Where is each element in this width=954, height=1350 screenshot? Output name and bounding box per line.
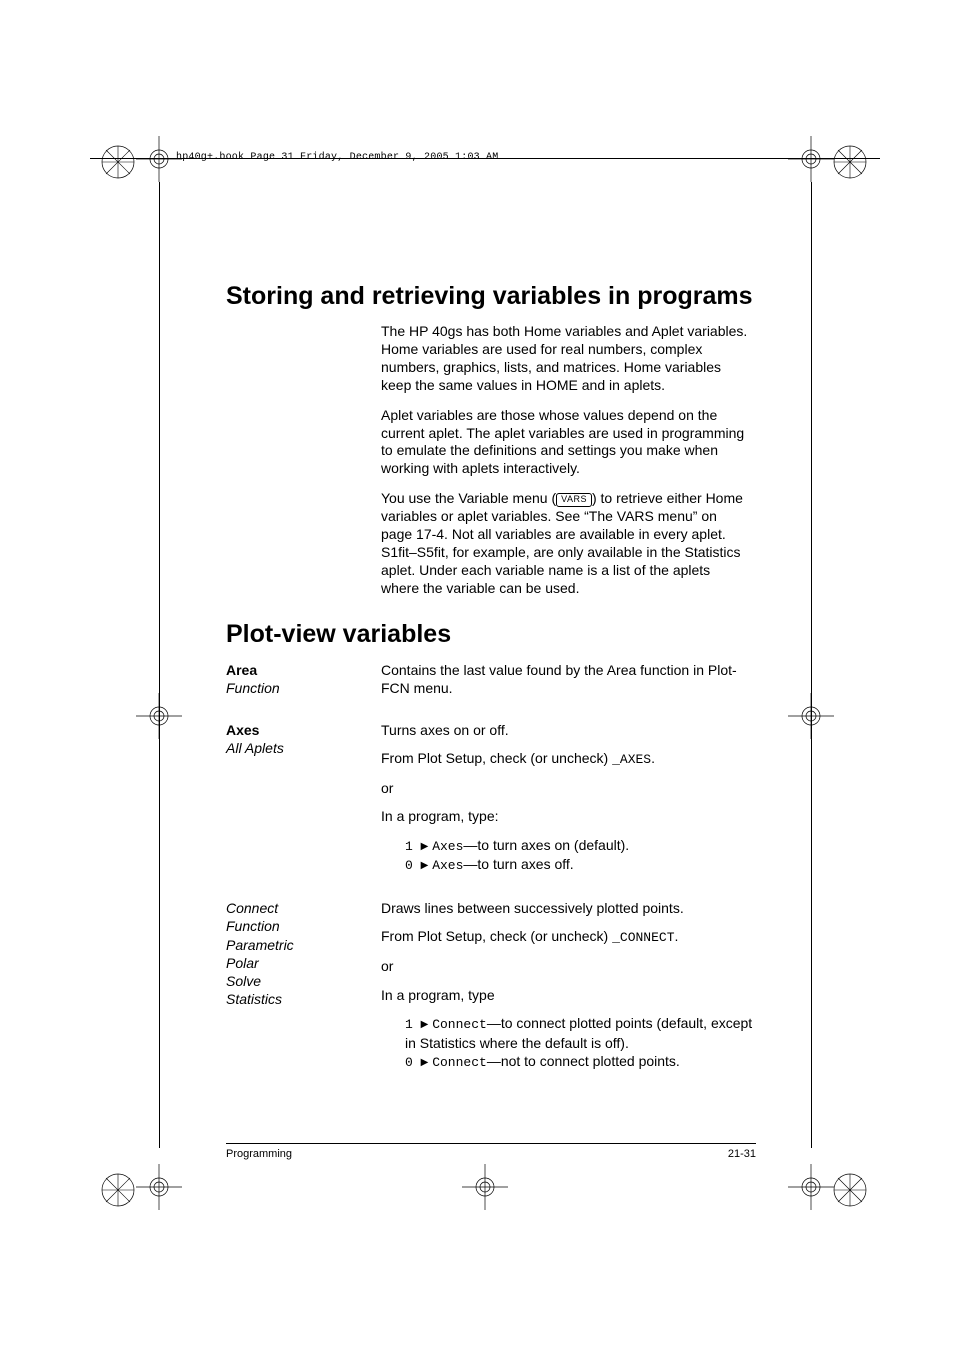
text: Turns axes on or off. (381, 721, 756, 739)
text: From Plot Setup, check (or uncheck) AXES… (381, 749, 756, 769)
text: Contains the last value found by the Are… (381, 661, 756, 697)
term-area: Area Function (226, 661, 381, 707)
text: Draws lines between successively plotted… (381, 899, 756, 917)
corner-disc-icon (98, 142, 138, 182)
heading-storing: Storing and retrieving variables in prog… (226, 282, 756, 311)
code: CONNECT (620, 930, 675, 945)
entry-area: Area Function Contains the last value fo… (226, 661, 756, 707)
term-sub: Parametric (226, 936, 381, 954)
registration-mark-icon (788, 136, 834, 182)
option-line: 1 ▶ Axes—to turn axes on (default). 0 ▶ … (405, 836, 756, 876)
text: In a program, type: (381, 807, 756, 825)
term-connect: Connect Function Parametric Polar Solve … (226, 899, 381, 1081)
entry-axes: Axes All Aplets Turns axes on or off. Fr… (226, 721, 756, 885)
store-arrow-icon: ▶ (421, 1057, 429, 1068)
term-sub: Solve (226, 972, 381, 990)
page-content: Storing and retrieving variables in prog… (226, 152, 756, 1082)
corner-disc-icon (830, 142, 870, 182)
entry-connect: Connect Function Parametric Polar Solve … (226, 899, 756, 1081)
corner-disc-icon (98, 1170, 138, 1210)
text: From Plot Setup, check (or uncheck) CONN… (381, 927, 756, 947)
term-sub: Function (226, 917, 381, 935)
heading-plotview: Plot-view variables (226, 620, 756, 649)
crop-line (811, 182, 812, 1148)
code: Connect (432, 1055, 487, 1070)
code: AXES (620, 752, 651, 767)
store-arrow-icon: ▶ (421, 841, 429, 852)
term-title: Connect (226, 899, 381, 917)
text: From Plot Setup, check (or uncheck) (381, 928, 612, 944)
crop-line (159, 182, 160, 1148)
store-arrow-icon: ▶ (421, 860, 429, 871)
intro-p3: You use the Variable menu (VARS) to retr… (381, 490, 751, 597)
code: Connect (432, 1017, 487, 1032)
code: Axes (432, 858, 463, 873)
term-axes: Axes All Aplets (226, 721, 381, 885)
text: —to turn axes on (default). (463, 837, 629, 853)
text: —not to connect plotted points. (487, 1053, 680, 1069)
option-line: 1 ▶ Connect—to connect plotted points (d… (405, 1014, 756, 1072)
vars-key-icon: VARS (556, 493, 592, 507)
corner-disc-icon (830, 1170, 870, 1210)
registration-mark-icon (788, 1164, 834, 1210)
term-title: Area (226, 661, 381, 679)
term-sub: Statistics (226, 990, 381, 1008)
code: 0 (405, 858, 421, 873)
intro-p2: Aplet variables are those whose values d… (381, 407, 751, 479)
footer-chapter: Programming (226, 1148, 292, 1160)
def-connect: Draws lines between successively plotted… (381, 899, 756, 1081)
term-sub: All Aplets (226, 739, 381, 757)
text: —to turn axes off. (463, 856, 573, 872)
text: or (381, 957, 756, 975)
def-axes: Turns axes on or off. From Plot Setup, c… (381, 721, 756, 885)
store-arrow-icon: ▶ (421, 1019, 429, 1030)
registration-mark-icon (462, 1164, 508, 1210)
def-area: Contains the last value found by the Are… (381, 661, 756, 707)
intro-p1: The HP 40gs has both Home variables and … (381, 323, 751, 395)
term-sub: Polar (226, 954, 381, 972)
code: Axes (432, 839, 463, 854)
code: 1 (405, 1017, 421, 1032)
term-title: Axes (226, 721, 381, 739)
text: From Plot Setup, check (or uncheck) (381, 750, 612, 766)
registration-mark-icon (136, 1164, 182, 1210)
text: or (381, 779, 756, 797)
underscore-icon (612, 930, 620, 945)
footer-page-number: 21-31 (728, 1148, 756, 1160)
code: 0 (405, 1055, 421, 1070)
text: . (675, 928, 679, 944)
term-sub: Function (226, 679, 381, 697)
underscore-icon (612, 752, 620, 767)
intro-block: The HP 40gs has both Home variables and … (381, 323, 751, 598)
text: . (651, 750, 655, 766)
text: You use the Variable menu ( (381, 490, 556, 506)
page-footer: Programming 21-31 (226, 1143, 756, 1160)
code: 1 (405, 839, 421, 854)
text: In a program, type (381, 986, 756, 1004)
